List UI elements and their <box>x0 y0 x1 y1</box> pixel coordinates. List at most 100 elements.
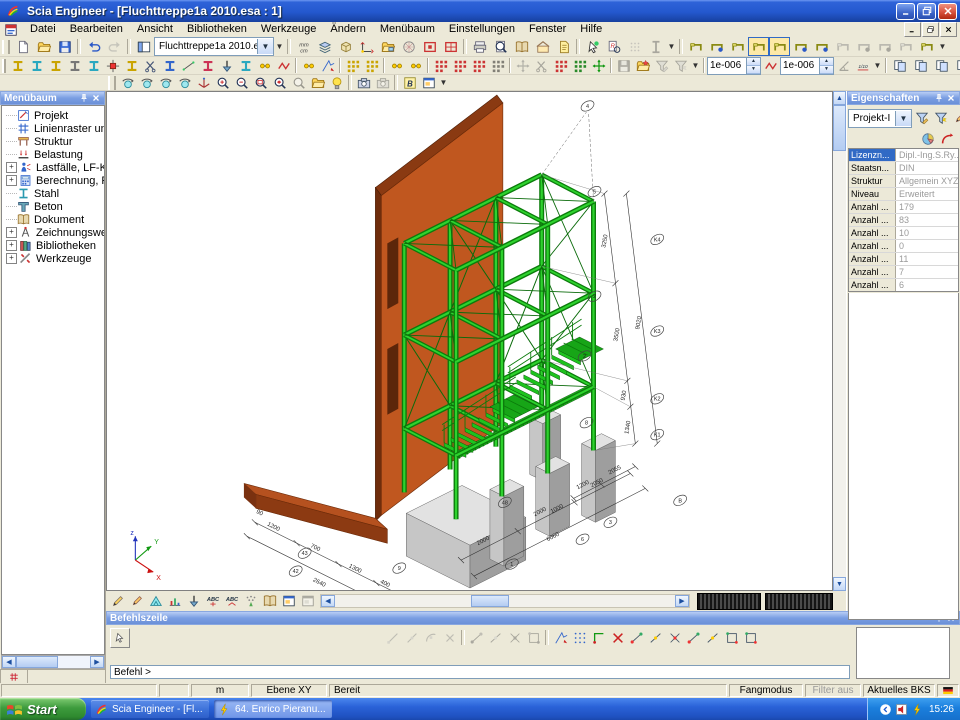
beam-tool-5-icon[interactable] <box>84 56 103 75</box>
action-arrow-icon[interactable] <box>937 130 956 149</box>
filter-flash-icon[interactable] <box>931 109 950 128</box>
property-row[interactable]: NiveauErweitert <box>849 188 958 201</box>
print-icon[interactable] <box>469 37 490 56</box>
taskbar-clock[interactable]: 15:26 <box>929 704 954 715</box>
frame-view-icon[interactable] <box>419 37 440 56</box>
copy-2-icon[interactable] <box>910 56 931 75</box>
tree-hscrollbar[interactable]: ◀ ▶ <box>1 655 105 669</box>
viewport-canvas[interactable]: 3250 3500 930 1340 9020 2000 2000 2050 6… <box>107 92 832 590</box>
axonometry-icon[interactable] <box>194 73 213 92</box>
toolbar-grip[interactable] <box>2 59 6 73</box>
taskbar-task-winamp[interactable]: 64. Enrico Pieranu... <box>214 700 332 718</box>
animation-box-1[interactable] <box>697 593 761 610</box>
snap-box-1-icon[interactable] <box>722 628 741 647</box>
member-view-1-icon[interactable] <box>685 37 706 56</box>
menu-hilfe[interactable]: Hilfe <box>573 22 609 37</box>
member-view-2-icon[interactable] <box>706 37 727 56</box>
snap-endpoint-icon[interactable] <box>627 628 646 647</box>
expand-icon[interactable]: + <box>6 227 17 238</box>
pie-chart-icon[interactable] <box>918 130 937 149</box>
combo-dropdown-icon[interactable]: ▼ <box>895 111 911 126</box>
spin-up-icon[interactable]: ▲ <box>747 58 760 66</box>
scroll-down-icon[interactable]: ▼ <box>833 577 846 591</box>
combo-dropdown-icon[interactable]: ▼ <box>257 39 273 54</box>
new-icon[interactable] <box>12 37 33 56</box>
grid-red-3-icon[interactable] <box>469 56 488 75</box>
clipboard-pen-1-icon[interactable] <box>108 592 127 611</box>
light-icon[interactable] <box>327 73 346 92</box>
property-row[interactable]: Lizenzn...Dipl.-Ing.S.Ry... <box>849 149 958 162</box>
units-icon[interactable]: mmcm <box>293 37 314 56</box>
spin-up-icon[interactable]: ▲ <box>820 58 833 66</box>
tray-lightning-icon[interactable] <box>911 703 924 716</box>
viewport-vscrollbar[interactable]: ▲ ▼ <box>833 91 846 591</box>
zoom-previous-icon[interactable] <box>289 73 308 92</box>
snap-grid-icon[interactable] <box>570 628 589 647</box>
scroll-left-icon[interactable]: ◀ <box>2 656 16 668</box>
tree-item-werkzeuge[interactable]: +Werkzeuge <box>2 252 104 265</box>
background-color-icon[interactable]: B <box>400 73 419 92</box>
member-view-5-icon[interactable] <box>769 37 790 56</box>
menu-aendern[interactable]: Ändern <box>323 22 372 37</box>
member-view-7-icon[interactable] <box>811 37 832 56</box>
filter-1-icon[interactable] <box>652 56 671 75</box>
tree-item-lastfaelle[interactable]: +Lastfälle, LF-Komb <box>2 161 104 174</box>
filter-2-icon[interactable] <box>671 56 690 75</box>
property-row[interactable]: Anzahl ...179 <box>849 201 958 214</box>
zoom-all-icon[interactable] <box>270 73 289 92</box>
snap-arc-icon[interactable] <box>421 628 440 647</box>
undo-icon[interactable] <box>83 37 104 56</box>
select-overflow-icon[interactable]: ▼ <box>666 38 677 55</box>
beam-tool-2-icon[interactable] <box>27 56 46 75</box>
save-icon[interactable] <box>54 37 75 56</box>
menu-werkzeuge[interactable]: Werkzeuge <box>254 22 323 37</box>
mesh-icon[interactable] <box>398 37 419 56</box>
menu-bibliotheken[interactable]: Bibliotheken <box>180 22 254 37</box>
snap-node-4-icon[interactable] <box>524 628 543 647</box>
status-fangmodus[interactable]: Fangmodus <box>729 684 803 697</box>
tray-chevron-icon[interactable] <box>879 703 892 716</box>
spin-down-icon[interactable]: ▼ <box>747 66 760 74</box>
copy-4-icon[interactable] <box>952 56 960 75</box>
start-button[interactable]: Start <box>0 698 86 720</box>
toolbar-overflow-icon[interactable]: ▼ <box>274 38 285 55</box>
scroll-up-icon[interactable]: ▲ <box>833 91 846 105</box>
snap-mid-icon[interactable] <box>402 628 421 647</box>
tree-item-dokument[interactable]: Dokument <box>2 213 104 226</box>
menubaum-tab[interactable] <box>0 670 28 684</box>
snap-ortho-icon[interactable] <box>589 628 608 647</box>
camera-gray-icon[interactable] <box>373 73 392 92</box>
scroll-left-icon[interactable]: ◀ <box>321 595 335 607</box>
property-row[interactable]: Anzahl ...11 <box>849 253 958 266</box>
snap-line-icon[interactable] <box>383 628 402 647</box>
render-dots-icon[interactable] <box>241 592 260 611</box>
window-split-icon[interactable] <box>133 37 154 56</box>
zoom-in-icon[interactable] <box>213 73 232 92</box>
levels-tool-icon[interactable] <box>165 592 184 611</box>
rotate-view-4-icon[interactable] <box>175 73 194 92</box>
solid-model-icon[interactable] <box>335 37 356 56</box>
expand-icon[interactable]: + <box>6 175 17 186</box>
snap-intersection-icon[interactable] <box>665 628 684 647</box>
label-style-icon[interactable]: ABC <box>222 592 241 611</box>
property-row[interactable]: Anzahl ...10 <box>849 227 958 240</box>
property-row[interactable]: Staatsn...DIN <box>849 162 958 175</box>
layers-icon[interactable] <box>314 37 335 56</box>
modify-2-icon[interactable] <box>532 56 551 75</box>
snap-node-1-icon[interactable] <box>467 628 486 647</box>
tree-item-beton[interactable]: Beton <box>2 200 104 213</box>
toolbar-grip[interactable] <box>108 76 116 90</box>
copy-1-icon[interactable] <box>889 56 910 75</box>
document-book-icon[interactable] <box>511 37 532 56</box>
status-bks[interactable]: Aktuelles BKS <box>863 684 935 697</box>
restore-button[interactable] <box>917 3 936 20</box>
toolbar-grip[interactable] <box>2 40 10 54</box>
folder-red-icon[interactable] <box>633 56 652 75</box>
scroll-right-icon[interactable]: ▶ <box>90 656 104 668</box>
grid-gray-icon[interactable] <box>488 56 507 75</box>
snap-box-2-icon[interactable] <box>741 628 760 647</box>
mdi-minimize-button[interactable] <box>904 22 921 37</box>
viewport[interactable]: 3250 3500 930 1340 9020 2000 2000 2050 6… <box>106 91 833 591</box>
window-gray-icon[interactable] <box>298 592 317 611</box>
member-view-11-icon[interactable] <box>895 37 916 56</box>
